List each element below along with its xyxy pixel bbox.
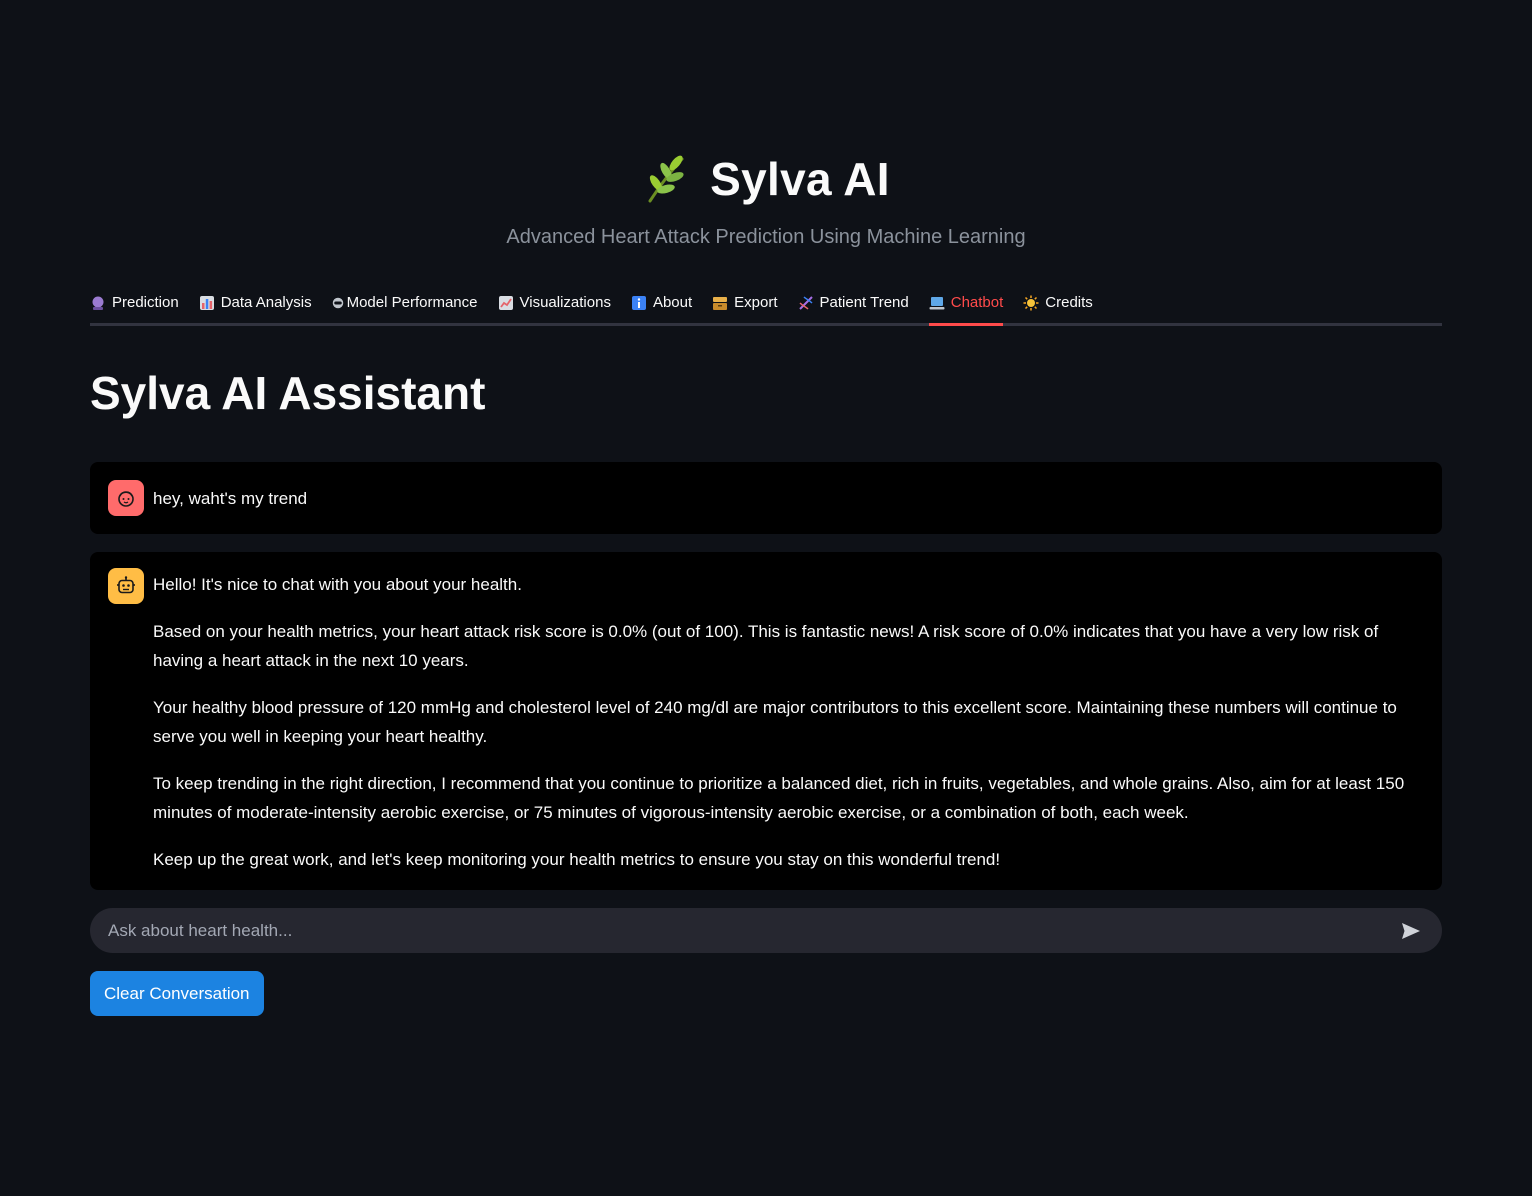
tab-label: Chatbot <box>950 294 1004 311</box>
app-title: Sylva AI <box>710 153 890 205</box>
chat-message-user: hey, waht's my trend <box>90 462 1442 534</box>
tab-credits[interactable]: Credits <box>1023 284 1093 323</box>
user-face-icon <box>118 491 134 507</box>
tab-about[interactable]: About <box>631 284 692 323</box>
app-root: Sylva AI Advanced Heart Attack Predictio… <box>0 0 1532 1196</box>
crystal-ball-icon <box>92 296 104 310</box>
assistant-paragraph: Your healthy blood pressure of 120 mmHg … <box>153 698 1397 746</box>
app-subtitle: Advanced Heart Attack Prediction Using M… <box>506 226 1026 248</box>
tab-visualizations[interactable]: Visualizations <box>498 284 611 323</box>
app-header: Sylva AI Advanced Heart Attack Predictio… <box>0 148 1532 249</box>
tab-label: Patient Trend <box>819 294 909 311</box>
card-file-box-icon <box>713 296 728 310</box>
tab-label: Prediction <box>112 294 179 311</box>
assistant-paragraph: Keep up the great work, and let's keep m… <box>153 850 1001 869</box>
tab-chatbot[interactable]: Chatbot <box>928 284 1004 326</box>
sun-icon <box>1023 295 1039 310</box>
robot-face-icon <box>332 297 343 308</box>
chat-input[interactable] <box>108 920 1398 941</box>
title-row: Sylva AI <box>0 148 1532 210</box>
dna-icon <box>798 295 813 310</box>
robot-icon <box>117 576 135 594</box>
assistant-message-text: Hello! It's nice to chat with you about … <box>153 570 1424 874</box>
laptop-icon <box>929 296 945 309</box>
tab-data-analysis[interactable]: Data Analysis <box>199 284 312 323</box>
assistant-paragraph: To keep trending in the right direction,… <box>153 774 1405 822</box>
send-icon <box>1402 922 1420 939</box>
assistant-paragraph: Hello! It's nice to chat with you about … <box>153 575 522 594</box>
assistant-avatar <box>108 568 144 604</box>
tab-export[interactable]: Export <box>712 284 778 323</box>
send-button[interactable] <box>1398 918 1424 944</box>
clear-conversation-button[interactable]: Clear Conversation <box>90 971 264 1016</box>
chat-message-assistant: Hello! It's nice to chat with you about … <box>90 552 1442 890</box>
chat-input-bar <box>90 908 1442 953</box>
tab-patient-trend[interactable]: Patient Trend <box>798 284 909 323</box>
info-icon <box>631 295 646 310</box>
user-avatar <box>108 480 144 516</box>
leaf-icon <box>648 155 684 203</box>
tab-label: Model Performance <box>346 294 478 311</box>
tab-label: Credits <box>1045 294 1093 311</box>
user-message-text: hey, waht's my trend <box>153 488 308 508</box>
tab-prediction[interactable]: Prediction <box>90 284 179 323</box>
assistant-paragraph: Based on your health metrics, your heart… <box>153 622 1379 670</box>
tab-label: Data Analysis <box>220 294 312 311</box>
tab-label: About <box>652 294 693 311</box>
tab-label: Export <box>734 294 778 311</box>
bar-chart-icon <box>199 295 214 310</box>
page-title: Sylva AI Assistant <box>90 367 486 419</box>
tab-label: Visualizations <box>519 294 611 311</box>
line-chart-icon <box>498 295 513 310</box>
tab-model-performance[interactable]: Model Performance <box>332 284 478 323</box>
tab-bar: Prediction Data Analysis Model Performan… <box>90 284 1442 326</box>
